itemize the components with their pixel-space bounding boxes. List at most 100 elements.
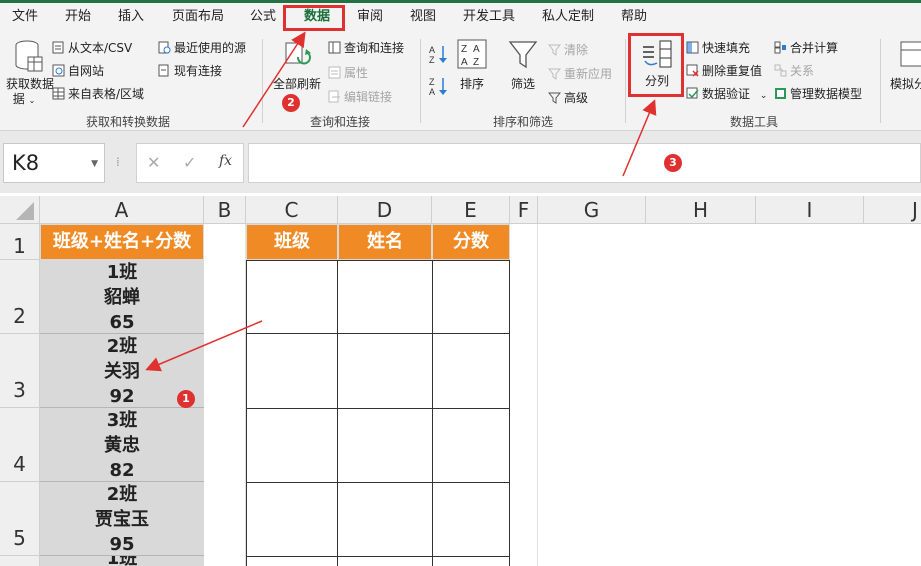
svg-text:Z: Z (429, 55, 435, 65)
existing-connections-button[interactable]: 现有连接 (158, 62, 222, 79)
ribbon-separator (625, 39, 626, 123)
what-if-analysis-button[interactable]: 模拟分 (888, 37, 921, 97)
cell-e6[interactable] (432, 556, 510, 566)
cell-e4[interactable] (432, 408, 510, 483)
column-f-cells[interactable] (510, 224, 538, 566)
cell-a6[interactable]: 1班 (40, 556, 204, 566)
col-header-h[interactable]: H (646, 196, 756, 224)
cell-d3[interactable] (337, 333, 433, 409)
cell-a4-score: 82 (109, 460, 135, 481)
col-header-g[interactable]: G (538, 196, 646, 224)
get-data-button[interactable]: 获取数据 据 ⌄ (6, 37, 54, 107)
select-all-corner[interactable] (0, 196, 40, 224)
cell-e5[interactable] (432, 482, 510, 557)
sort-descending-button[interactable]: Z A (428, 75, 450, 97)
row-header-5[interactable]: 5 (0, 482, 40, 556)
insert-function-icon[interactable]: fx (219, 153, 232, 169)
tab-view[interactable]: 视图 (405, 6, 441, 28)
from-web-label: 自网站 (68, 64, 105, 78)
advanced-filter-button[interactable]: 高级 (547, 89, 588, 106)
col-header-a[interactable]: A (40, 196, 204, 224)
cell-a4[interactable]: 3班 黄忠 82 (40, 408, 204, 482)
cell-d5[interactable] (337, 482, 433, 557)
enter-icon[interactable]: ✓ (183, 153, 196, 172)
tab-insert[interactable]: 插入 (113, 6, 149, 28)
properties-button[interactable]: 属性 (328, 64, 368, 81)
tab-home[interactable]: 开始 (60, 6, 96, 28)
cell-a2-name: 貂蝉 (104, 287, 140, 308)
queries-connections-label: 查询和连接 (344, 41, 405, 55)
svg-text:Z: Z (473, 57, 479, 68)
cell-d1[interactable]: 姓名 (338, 224, 432, 260)
select-all-triangle-icon (16, 202, 34, 220)
clear-filter-button[interactable]: 清除 (547, 41, 588, 58)
svg-text:Z: Z (461, 44, 467, 55)
from-csv-button[interactable]: 从文本/CSV (52, 39, 132, 56)
sort-dialog-icon: Z A A Z (457, 39, 487, 69)
col-header-j[interactable]: J (864, 196, 921, 224)
flash-fill-button[interactable]: 快速填充 (686, 39, 750, 56)
row-header-3[interactable]: 3 (0, 334, 40, 408)
recent-sources-button[interactable]: 最近使用的源 (158, 39, 246, 56)
sort-ascending-button[interactable]: A Z (428, 43, 450, 65)
cell-d4[interactable] (337, 408, 433, 483)
cell-e1[interactable]: 分数 (432, 224, 510, 260)
manage-data-model-button[interactable]: 管理数据模型 (774, 85, 862, 102)
clear-filter-icon (547, 43, 562, 56)
reapply-button[interactable]: 重新应用 (547, 65, 612, 82)
name-box[interactable]: K8 ▼ (3, 143, 105, 183)
col-header-e[interactable]: E (432, 196, 510, 224)
formula-input[interactable] (248, 143, 921, 183)
cell-a3-name: 关羽 (104, 361, 140, 382)
tab-page-layout[interactable]: 页面布局 (168, 6, 228, 28)
queries-connections-button[interactable]: 查询和连接 (328, 39, 404, 56)
col-header-b[interactable]: B (204, 196, 246, 224)
cell-d6[interactable] (337, 556, 433, 566)
cell-c3[interactable] (246, 333, 338, 409)
cell-e3[interactable] (432, 333, 510, 409)
database-icon (15, 40, 43, 72)
tab-file[interactable]: 文件 (8, 6, 42, 28)
col-header-f[interactable]: F (510, 196, 538, 224)
from-table-button[interactable]: 来自表格/区域 (52, 85, 144, 102)
data-validation-label: 数据验证 (702, 87, 751, 101)
relationships-button[interactable]: 关系 (774, 62, 814, 79)
cell-c1[interactable]: 班级 (246, 224, 338, 260)
filter-button[interactable]: 筛选 (505, 37, 541, 97)
row-header-6[interactable] (0, 556, 40, 566)
tab-review[interactable]: 审阅 (352, 6, 388, 28)
cell-e2[interactable] (432, 260, 510, 334)
worksheet-grid[interactable]: A B C D E F G H I J 1 2 3 4 5 班级+姓名+分数 班… (0, 196, 921, 566)
table-icon (52, 87, 65, 100)
cell-a2[interactable]: 1班 貂蝉 65 (40, 260, 204, 334)
column-b-cells[interactable] (204, 224, 246, 566)
cell-c2[interactable] (246, 260, 338, 334)
tab-help[interactable]: 帮助 (616, 6, 652, 28)
tab-custom[interactable]: 私人定制 (537, 6, 599, 28)
edit-links-button[interactable]: 编辑链接 (328, 88, 392, 105)
row-header-2[interactable]: 2 (0, 260, 40, 334)
consolidate-button[interactable]: 合并计算 (774, 39, 838, 56)
cell-c6[interactable] (246, 556, 338, 566)
cell-c4[interactable] (246, 408, 338, 483)
cell-c5[interactable] (246, 482, 338, 557)
chevron-down-icon[interactable]: ▼ (91, 159, 98, 169)
sort-button[interactable]: Z A A Z 排序 (456, 37, 488, 97)
col-header-d[interactable]: D (338, 196, 432, 224)
cell-a1[interactable]: 班级+姓名+分数 (40, 224, 204, 260)
chevron-down-icon: ⌄ (759, 91, 768, 101)
from-web-button[interactable]: 自网站 (52, 62, 104, 79)
col-header-i[interactable]: I (756, 196, 864, 224)
ribbon-separator (880, 39, 881, 123)
col-header-c[interactable]: C (246, 196, 338, 224)
tab-developer[interactable]: 开发工具 (458, 6, 520, 28)
cell-d2[interactable] (337, 260, 433, 334)
tab-formulas[interactable]: 公式 (245, 6, 281, 28)
data-validation-button[interactable]: 数据验证 ⌄ (686, 85, 767, 102)
remove-duplicates-button[interactable]: 删除重复值 (686, 62, 762, 79)
row-header-1[interactable]: 1 (0, 224, 40, 260)
cell-a5[interactable]: 2班 贾宝玉 95 (40, 482, 204, 556)
cell-a5-name: 贾宝玉 (95, 509, 149, 530)
row-header-4[interactable]: 4 (0, 408, 40, 482)
cancel-icon[interactable]: ✕ (147, 153, 160, 172)
